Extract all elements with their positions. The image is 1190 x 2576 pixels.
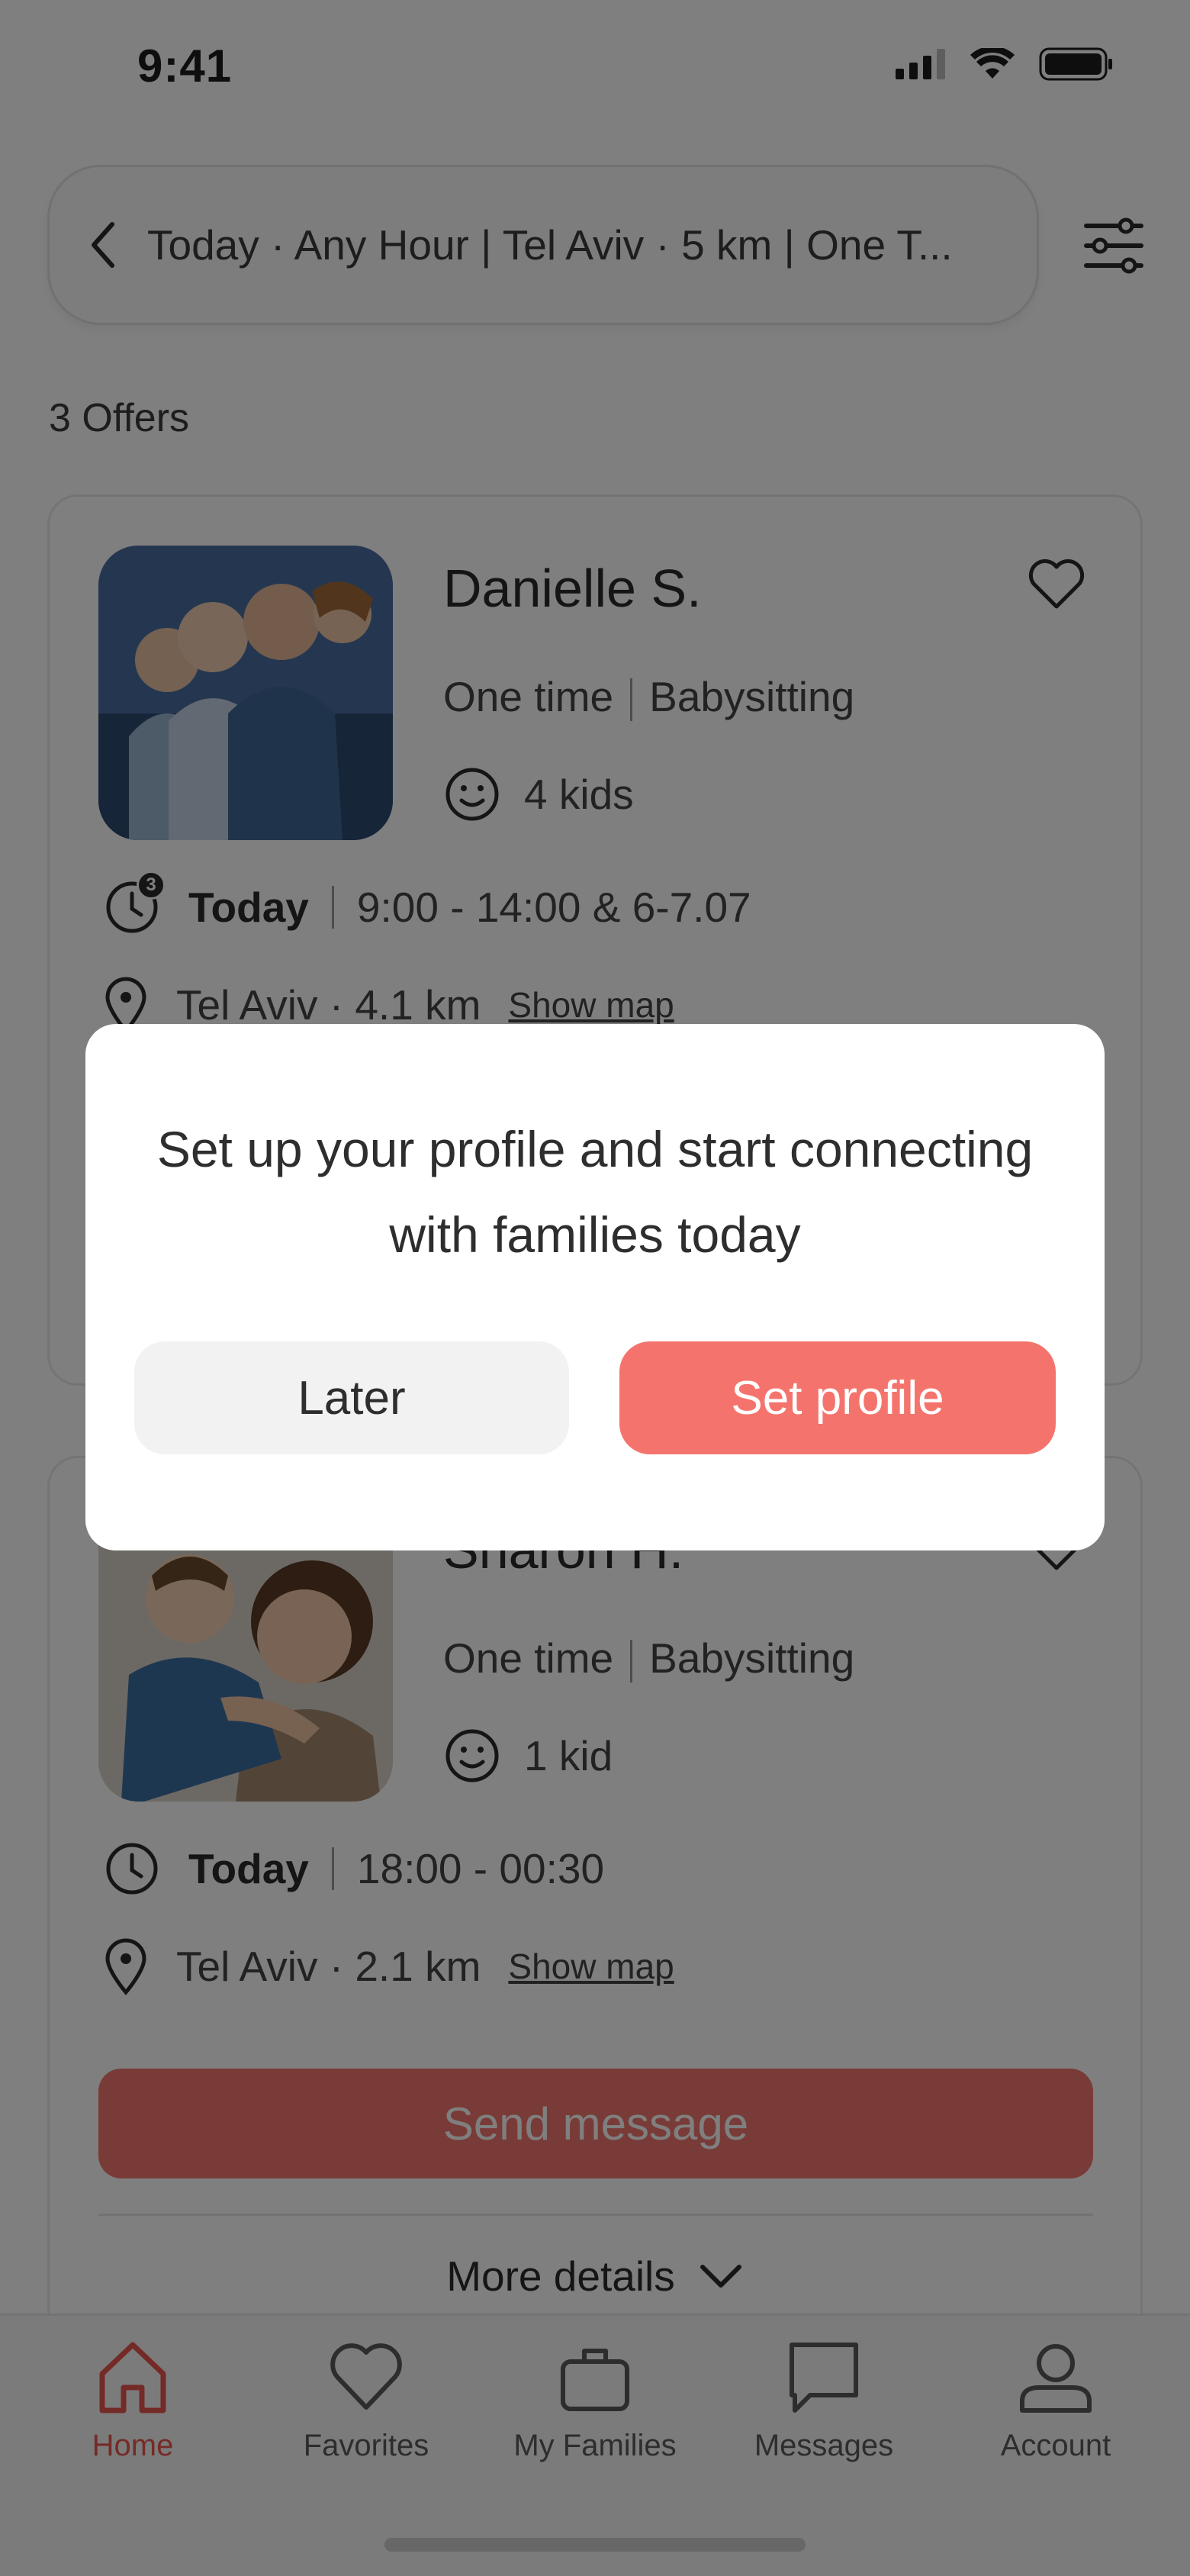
later-button[interactable]: Later <box>134 1341 569 1454</box>
setup-profile-dialog: Set up your profile and start connecting… <box>85 1024 1105 1550</box>
dialog-message: Set up your profile and start connecting… <box>156 1121 1034 1263</box>
screen: 9:41 Today · Any Hour | Tel <box>0 0 1190 2576</box>
set-profile-button[interactable]: Set profile <box>619 1341 1056 1454</box>
